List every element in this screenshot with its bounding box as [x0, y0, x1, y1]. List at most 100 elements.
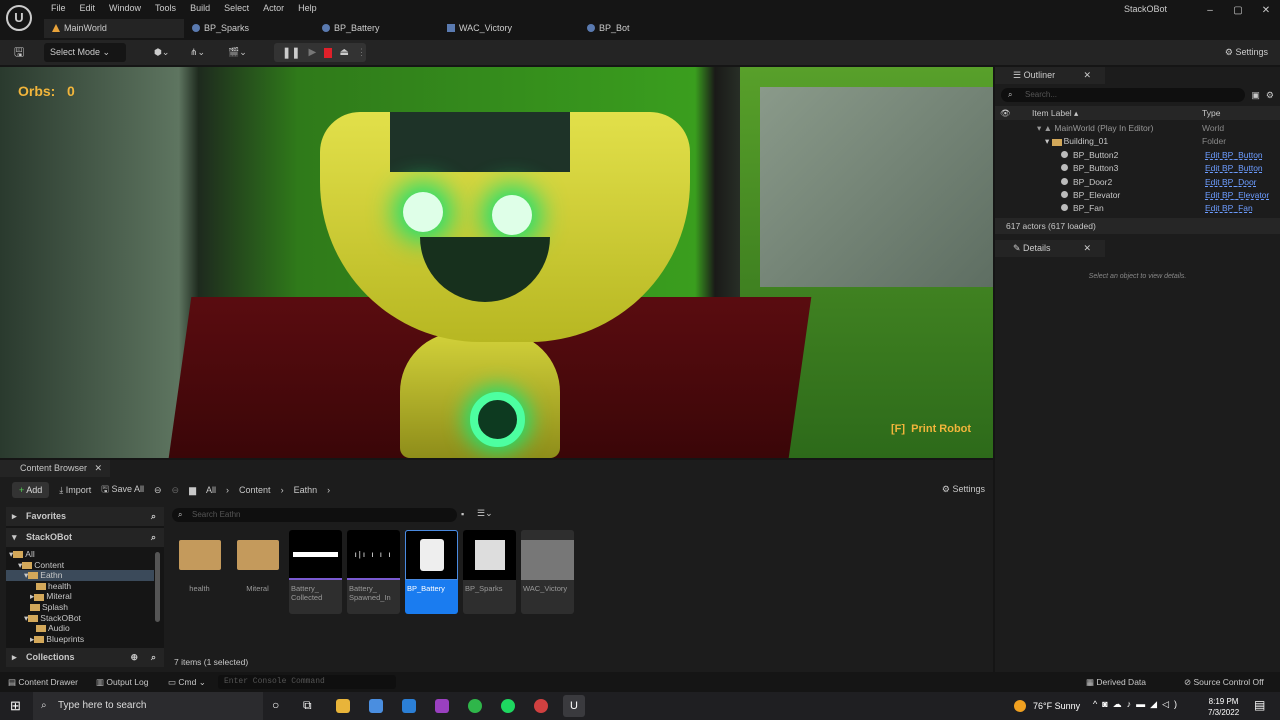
menu-actor[interactable]: Actor [256, 2, 291, 15]
tree-item[interactable]: ▸ Blueprints [6, 634, 154, 645]
asset-tile[interactable]: health [173, 530, 226, 614]
outliner-row[interactable]: BP_Fan Edit BP_Fan [995, 202, 1280, 215]
unreal-logo-icon[interactable]: U [6, 5, 32, 31]
close-icon[interactable]: ✕ [1083, 67, 1091, 84]
save-search-icon[interactable]: ▪ [461, 509, 464, 519]
tree-scrollbar[interactable] [155, 552, 160, 622]
tray-icons[interactable]: ^◙☁♪▬◢◁) [1093, 699, 1182, 710]
tab-bp-sparks[interactable]: BP_Sparks [184, 19, 314, 38]
outliner-search-input[interactable]: ⌕ Search... [1001, 88, 1246, 102]
gear-icon[interactable]: ⚙ [1266, 90, 1274, 101]
breadcrumb-content[interactable]: Content [239, 485, 271, 495]
edit-blueprint-link[interactable]: Edit BP_Button [1205, 162, 1263, 175]
menu-file[interactable]: File [44, 2, 73, 15]
chrome-icon[interactable] [534, 699, 548, 713]
pause-icon[interactable]: ❚❚ [282, 46, 300, 59]
source-control-button[interactable]: ⊘ Source Control Off [1184, 677, 1264, 688]
outliner-row[interactable]: BP_Elevator Edit BP_Elevator [995, 189, 1280, 202]
maximize-button[interactable]: ▢ [1224, 0, 1252, 22]
store-icon[interactable] [369, 699, 383, 713]
add-collection-icon[interactable]: ⊕ [130, 648, 138, 667]
breadcrumb-all[interactable]: All [206, 485, 216, 495]
tree-item[interactable]: Audio [6, 623, 154, 634]
derived-data-button[interactable]: ▦ Derived Data [1086, 677, 1146, 688]
tree-item[interactable]: ▾ Eathn [6, 570, 154, 581]
blueprint-menu-icon[interactable]: ⋔⌄ [184, 43, 211, 62]
app-icon[interactable] [435, 699, 449, 713]
tab-details[interactable]: ✎ Details ✕ [995, 239, 1105, 257]
cinematics-icon[interactable]: 🎬⌄ [222, 43, 253, 62]
menu-build[interactable]: Build [183, 2, 217, 15]
outliner-row[interactable]: ▾ ▲ MainWorld (Play In Editor) World [995, 122, 1280, 135]
edit-blueprint-link[interactable]: Edit BP_Door [1205, 176, 1257, 189]
notifications-icon[interactable]: ▤ [1254, 698, 1265, 712]
project-section[interactable]: ▾ StackOBot ⌕ [6, 528, 164, 547]
back-icon[interactable]: ⊖ [154, 485, 162, 496]
weather-text[interactable]: 76°F Sunny [1033, 701, 1080, 711]
outliner-row[interactable]: BP_Door2 Edit BP_Door [995, 176, 1280, 189]
unreal-taskbar-icon[interactable]: U [563, 695, 585, 717]
resume-icon[interactable]: ▶ [308, 47, 316, 58]
menu-help[interactable]: Help [291, 2, 324, 15]
windows-start-icon[interactable]: ⊞ [10, 698, 21, 714]
save-icon[interactable]: 🖫 [8, 43, 30, 62]
outliner-row[interactable]: ▾ Building_01 Folder [995, 135, 1280, 148]
select-mode-dropdown[interactable]: Select Mode ⌄ [44, 43, 126, 62]
settings-button[interactable]: ⚙ Settings [1219, 43, 1274, 62]
outliner-row[interactable]: BP_Button2 Edit BP_Button [995, 149, 1280, 162]
cortana-icon[interactable]: ○ [272, 698, 279, 712]
tab-bp-battery[interactable]: BP_Battery [314, 19, 439, 38]
forward-icon[interactable]: ⊖ [172, 485, 180, 496]
collections-section[interactable]: ▸ Collections ⊕ ⌕ [6, 648, 164, 667]
spotify-icon[interactable] [501, 699, 515, 713]
search-icon[interactable]: ⌕ [151, 648, 156, 667]
tree-item[interactable]: health [6, 581, 154, 592]
more-icon[interactable]: ⋮ [357, 47, 366, 58]
search-icon[interactable]: ⌕ [151, 507, 156, 526]
stop-icon[interactable] [324, 47, 332, 58]
level-viewport[interactable]: Orbs: 0 [F] Print Robot [0, 67, 993, 458]
menu-window[interactable]: Window [102, 2, 148, 15]
visibility-icon[interactable]: 👁 [1000, 106, 1011, 120]
minimize-button[interactable]: – [1196, 0, 1224, 22]
asset-tile[interactable]: BP_Battery [405, 530, 458, 614]
tab-bp-bot[interactable]: BP_Bot [579, 19, 709, 38]
tree-item[interactable]: ▾ StackOBot [6, 613, 154, 624]
tree-item[interactable]: ▸ Miteral [6, 591, 154, 602]
tab-content-browser[interactable]: Content Browser ✕ [0, 460, 110, 477]
clock[interactable]: 8:19 PM 7/3/2022 [1208, 696, 1239, 718]
save-all-button[interactable]: 🖫 Save All [101, 482, 144, 498]
close-icon[interactable]: ✕ [1083, 240, 1091, 257]
search-icon[interactable]: ⌕ [151, 528, 156, 547]
menu-tools[interactable]: Tools [148, 2, 183, 15]
file-explorer-icon[interactable] [336, 699, 350, 713]
asset-search-input[interactable]: ⌕ Search Eathn [172, 508, 457, 522]
chevron-right-icon[interactable]: › [327, 485, 330, 495]
outliner-row[interactable]: BP_Button3 Edit BP_Button [995, 162, 1280, 175]
console-input[interactable]: Enter Console Command [218, 675, 396, 689]
edit-blueprint-link[interactable]: Edit BP_Button [1205, 149, 1263, 162]
tree-item[interactable]: ▾ Content [6, 560, 154, 571]
tree-item[interactable]: ▾ All [6, 549, 154, 560]
close-button[interactable]: ✕ [1252, 0, 1280, 22]
asset-tile[interactable]: WAC_Victory [521, 530, 574, 614]
asset-tile[interactable]: Miteral [231, 530, 284, 614]
mail-icon[interactable] [402, 699, 416, 713]
column-item-label[interactable]: Item Label ▴ [1032, 106, 1078, 120]
breadcrumb-eathn[interactable]: Eathn [294, 485, 318, 495]
import-button[interactable]: ⤓ Import [59, 485, 91, 496]
tree-item[interactable]: Splash [6, 602, 154, 613]
eject-icon[interactable]: ⏏ [340, 47, 349, 58]
favorites-section[interactable]: ▸ Favorites ⌕ [6, 507, 164, 526]
asset-tile[interactable]: BP_Sparks [463, 530, 516, 614]
content-drawer-button[interactable]: ▤ Content Drawer [8, 677, 78, 688]
add-button[interactable]: + Add [12, 482, 50, 498]
edit-blueprint-link[interactable]: Edit BP_Fan [1205, 202, 1253, 215]
tab-mainworld[interactable]: MainWorld [44, 19, 184, 38]
xbox-icon[interactable] [468, 699, 482, 713]
column-type[interactable]: Type [1202, 106, 1220, 120]
taskbar-search-input[interactable]: ⌕ Type here to search [33, 692, 263, 720]
task-view-icon[interactable]: ⧉ [303, 698, 312, 713]
edit-blueprint-link[interactable]: Edit BP_Elevator [1205, 189, 1269, 202]
filter-icon[interactable]: ☰⌄ [477, 508, 493, 519]
